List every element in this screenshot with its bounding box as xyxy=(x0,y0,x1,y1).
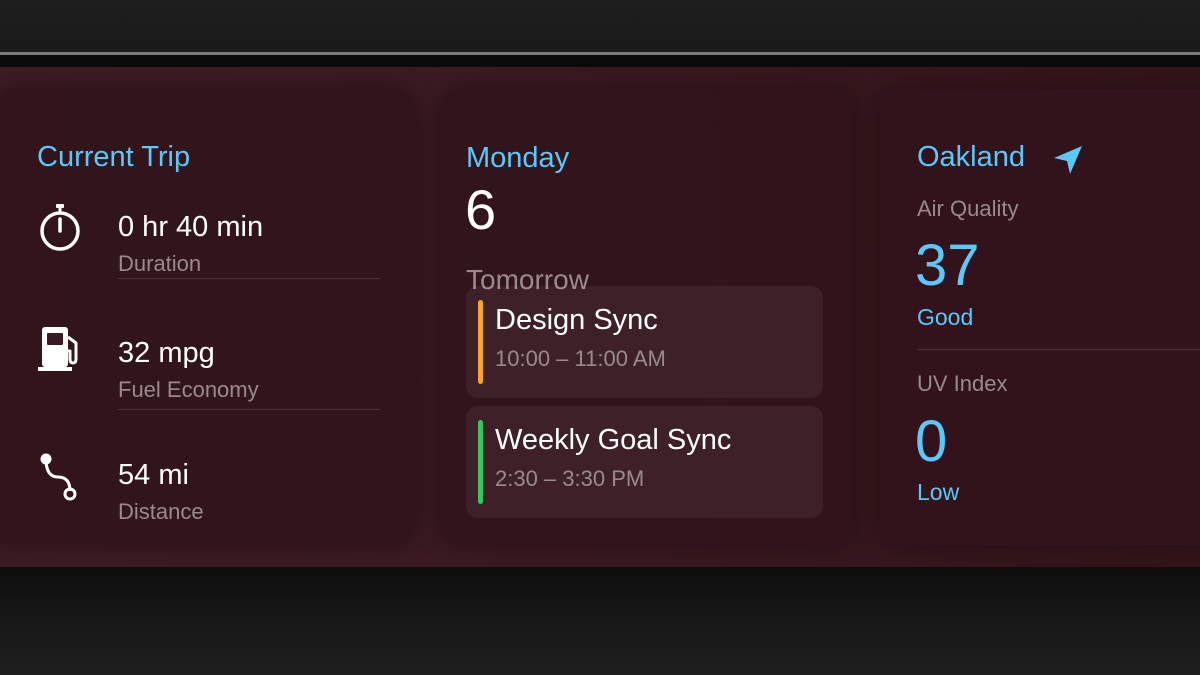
divider xyxy=(917,349,1200,350)
calendar-day: Monday xyxy=(466,142,570,174)
fuel-pump-icon xyxy=(38,327,78,371)
bottom-bezel xyxy=(0,567,1200,675)
fuel-economy-label: Fuel Economy xyxy=(118,377,259,402)
stat-fuel-economy: 32 mpg Fuel Economy xyxy=(0,315,415,402)
fuel-economy-value: 32 mpg xyxy=(118,337,215,369)
route-icon xyxy=(40,453,77,501)
bezel-gap xyxy=(0,55,1200,67)
event-color-bar xyxy=(478,420,483,504)
air-quality-value: 37 xyxy=(915,233,980,298)
stat-duration: 0 hr 40 min Duration xyxy=(0,189,415,276)
event-title: Design Sync xyxy=(495,304,658,336)
calendar-widget[interactable]: Monday 6 Tomorrow Design Sync 10:00 – 11… xyxy=(440,89,852,545)
trip-title: Current Trip xyxy=(37,141,191,173)
calendar-event[interactable]: Design Sync 10:00 – 11:00 AM xyxy=(466,286,823,398)
divider xyxy=(118,409,380,410)
air-quality-label: Air Quality xyxy=(917,196,1019,221)
stopwatch-icon xyxy=(40,204,80,251)
distance-value: 54 mi xyxy=(118,459,189,491)
air-quality-desc: Good xyxy=(917,304,974,330)
calendar-event[interactable]: Weekly Goal Sync 2:30 – 3:30 PM xyxy=(466,406,823,518)
weather-widget[interactable]: Oakland Air Quality 37 Good UV Index 0 L… xyxy=(880,89,1200,545)
event-color-bar xyxy=(478,300,483,384)
uv-index-label: UV Index xyxy=(917,371,1008,396)
divider xyxy=(118,278,380,279)
current-trip-widget[interactable]: Current Trip 0 hr 40 min Duration 32 mpg… xyxy=(0,89,415,545)
calendar-date: 6 xyxy=(465,178,497,241)
event-time: 2:30 – 3:30 PM xyxy=(495,466,645,491)
location-arrow-icon xyxy=(1054,146,1082,174)
duration-label: Duration xyxy=(118,251,202,276)
dashboard-screen: Current Trip 0 hr 40 min Duration 32 mpg… xyxy=(0,67,1200,567)
uv-index-value: 0 xyxy=(915,409,948,474)
event-title: Weekly Goal Sync xyxy=(495,424,732,456)
distance-label: Distance xyxy=(118,499,204,524)
top-bezel xyxy=(0,0,1200,52)
stat-distance: 54 mi Distance xyxy=(0,439,415,524)
uv-index-desc: Low xyxy=(917,479,960,505)
event-time: 10:00 – 11:00 AM xyxy=(495,346,666,371)
weather-city: Oakland xyxy=(917,141,1026,173)
duration-value: 0 hr 40 min xyxy=(118,211,264,243)
